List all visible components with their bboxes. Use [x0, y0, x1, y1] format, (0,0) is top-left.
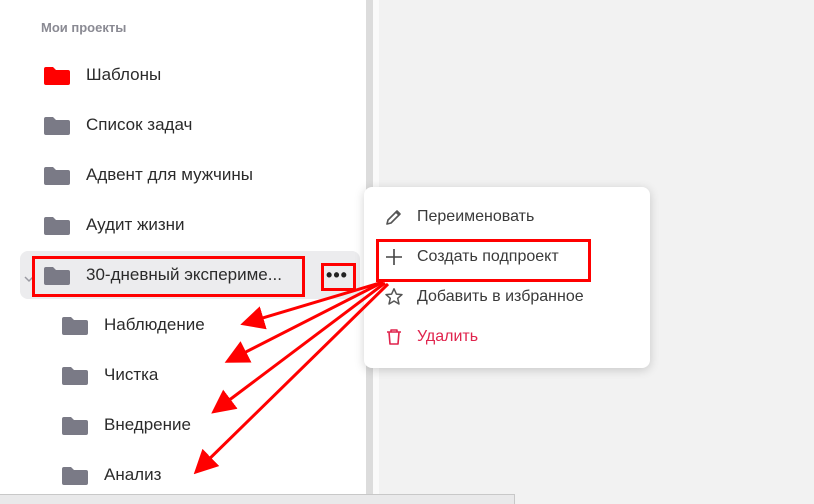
project-label: Адвент для мужчины: [86, 165, 253, 184]
project-item-life-audit[interactable]: Аудит жизни: [20, 201, 360, 249]
folder-icon: [44, 217, 70, 240]
menu-item-delete[interactable]: Удалить: [364, 317, 650, 357]
project-label: Аудит жизни: [86, 215, 185, 234]
project-item-task-list[interactable]: Список задач: [20, 101, 360, 149]
menu-item-label: Добавить в избранное: [417, 288, 584, 305]
pencil-icon: [384, 207, 404, 227]
menu-item-rename[interactable]: Переименовать: [364, 197, 650, 237]
folder-icon: [62, 417, 88, 440]
menu-item-label: Удалить: [417, 328, 479, 345]
subproject-item-analysis[interactable]: Анализ: [20, 451, 360, 499]
chevron-down-icon[interactable]: [24, 269, 34, 283]
trash-icon: [384, 327, 404, 347]
menu-item-label: Переименовать: [417, 208, 535, 225]
subproject-item-implementation[interactable]: Внедрение: [20, 401, 360, 449]
folder-icon: [62, 367, 88, 390]
context-menu: Переименовать Создать подпроект Добавить…: [364, 187, 650, 368]
subproject-item-cleaning[interactable]: Чистка: [20, 351, 360, 399]
star-icon: [384, 287, 404, 307]
project-item-advent[interactable]: Адвент для мужчины: [20, 151, 360, 199]
plus-icon: [384, 247, 404, 267]
project-label: Внедрение: [104, 415, 191, 434]
project-label: Анализ: [104, 465, 162, 484]
folder-icon: [44, 67, 70, 90]
folder-icon: [44, 267, 70, 290]
more-options-button[interactable]: •••: [323, 263, 351, 287]
folder-icon: [44, 117, 70, 140]
project-label: Список задач: [86, 115, 193, 134]
project-label: 30-дневный экспериме...: [86, 265, 282, 284]
menu-item-create-subproject[interactable]: Создать подпроект: [364, 237, 650, 277]
project-label: Чистка: [104, 365, 159, 384]
folder-icon: [44, 167, 70, 190]
sidebar: Мои проекты Шаблоны Список задач Адвент …: [0, 0, 366, 503]
project-item-templates[interactable]: Шаблоны: [20, 51, 360, 99]
project-label: Наблюдение: [104, 315, 205, 334]
subproject-item-observation[interactable]: Наблюдение: [20, 301, 360, 349]
menu-item-add-favorite[interactable]: Добавить в избранное: [364, 277, 650, 317]
section-title: Мои проекты: [41, 20, 127, 35]
menu-item-label: Создать подпроект: [417, 248, 559, 265]
project-label: Шаблоны: [86, 65, 162, 84]
folder-icon: [62, 467, 88, 490]
folder-icon: [62, 317, 88, 340]
project-item-30-day-experiment[interactable]: 30-дневный экспериме... •••: [20, 251, 360, 299]
